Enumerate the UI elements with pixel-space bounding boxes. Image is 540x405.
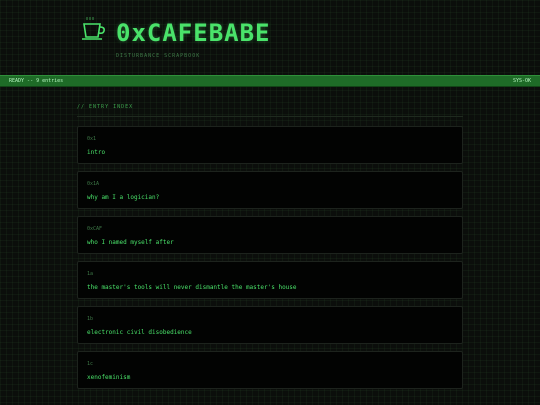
status-bar: READY -- 9 entries SYS-OK xyxy=(0,75,540,87)
entry-id: 0xCAF xyxy=(87,226,103,232)
status-text: READY -- 9 entries xyxy=(9,78,64,84)
entry-card[interactable]: 0x1 intro xyxy=(77,126,463,164)
entry-card[interactable]: 1a the master's tools will never dismant… xyxy=(77,261,463,299)
entry-id: 1c xyxy=(87,361,94,367)
entry-title[interactable]: why am I a logician? xyxy=(87,193,159,202)
entry-title[interactable]: the master's tools will never dismantle … xyxy=(87,283,297,292)
site-title[interactable]: 0xCAFEBABE xyxy=(116,18,271,48)
entry-card[interactable]: 0x1A why am I a logician? xyxy=(77,171,463,209)
coffee-cup-icon xyxy=(82,17,105,40)
entry-list: 0x1 intro 0x1A why am I a logician? 0xCA… xyxy=(77,126,463,396)
entry-title[interactable]: intro xyxy=(87,148,105,157)
entry-title[interactable]: electronic civil disobedience xyxy=(87,328,192,337)
entry-title[interactable]: xenofeminism xyxy=(87,373,130,382)
system-status: SYS-OK xyxy=(512,78,531,84)
section-header: // ENTRY INDEX xyxy=(77,103,463,117)
site-header: 0xCAFEBABE DISTURBANCE SCRAPBOOK xyxy=(0,0,540,74)
entry-id: 0x1A xyxy=(87,181,100,187)
entry-id: 1b xyxy=(87,316,94,322)
section-title: // ENTRY INDEX xyxy=(77,104,134,110)
entry-id: 0x1 xyxy=(87,136,97,142)
entry-title[interactable]: who I named myself after xyxy=(87,238,174,247)
site-subtitle: DISTURBANCE SCRAPBOOK xyxy=(116,53,201,59)
entry-card[interactable]: 1b electronic civil disobedience xyxy=(77,306,463,344)
entry-card[interactable]: 0xCAF who I named myself after xyxy=(77,216,463,254)
entry-id: 1a xyxy=(87,271,94,277)
entry-card[interactable]: 1c xenofeminism xyxy=(77,351,463,389)
